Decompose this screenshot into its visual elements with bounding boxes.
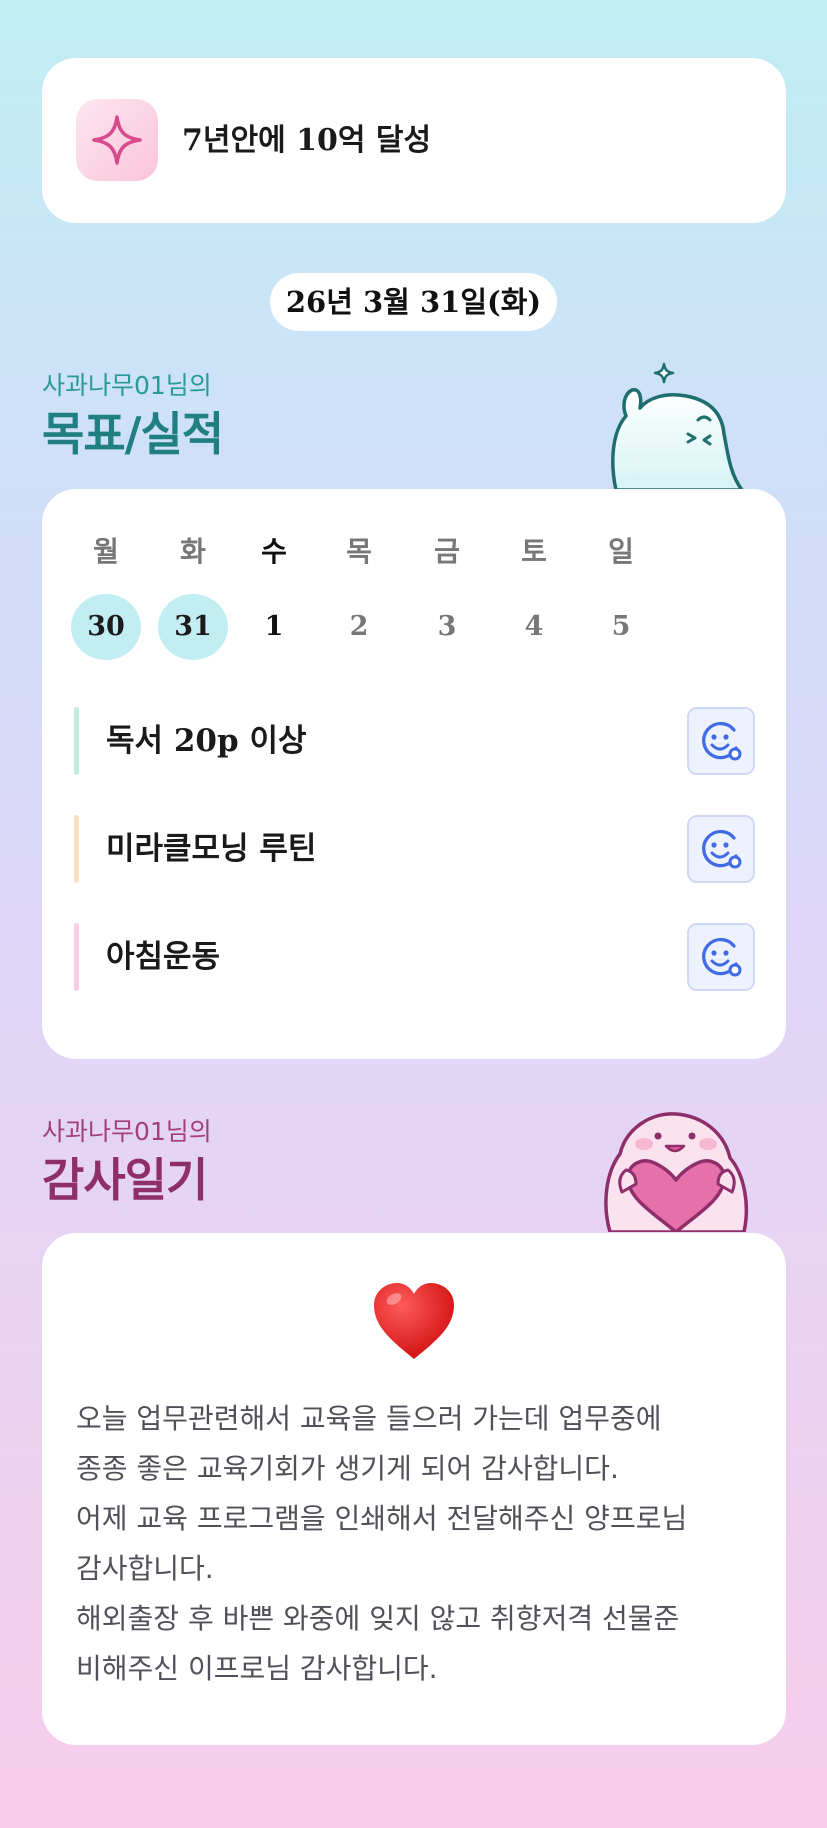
task-color-bar	[74, 707, 79, 775]
gratitude-line: 감사합니다.	[76, 1552, 214, 1585]
task-color-bar	[74, 923, 79, 991]
gratitude-line: 해외출장 후 바쁜 와중에 잊지 않고 취향저격 선물준	[76, 1602, 680, 1635]
gratitude-line: 종종 좋은 교육기회가 생기게 되어 감사합니다.	[76, 1452, 619, 1485]
mascot-illustration	[611, 362, 744, 490]
date-label: 26년 3월 31일(화)	[270, 273, 557, 331]
mascot-heart-illustration	[604, 1112, 749, 1232]
heart-icon	[374, 1283, 454, 1359]
weekday-label: 월	[93, 535, 119, 568]
weekday-label: 금	[434, 535, 460, 568]
task-item[interactable]: 독서 20p 이상	[42, 707, 786, 775]
gratitude-card: 오늘 업무관련해서 교육을 들으러 가는데 업무중에종종 좋은 교육기회가 생기…	[42, 1233, 786, 1745]
goal-section-subtitle: 사과나무01님의	[42, 371, 212, 400]
smile-add-icon[interactable]	[687, 815, 755, 883]
weekday-label: 목	[346, 535, 372, 568]
weekday-label: 일	[608, 535, 634, 568]
gratitude-line: 비해주신 이프로님 감사합니다.	[76, 1652, 438, 1685]
calendar-day[interactable]: 30	[71, 594, 141, 660]
task-label: 미라클모닝 루틴	[106, 831, 317, 867]
calendar-day[interactable]: 5	[586, 594, 656, 660]
goal-title: 7년안에 10억 달성	[182, 123, 432, 158]
weekday-label: 토	[521, 535, 547, 568]
gratitude-section-subtitle: 사과나무01님의	[42, 1117, 212, 1146]
task-label: 아침운동	[106, 939, 221, 975]
gratitude-line: 어제 교육 프로그램을 인쇄해서 전달해주신 양프로님	[76, 1502, 688, 1535]
dates-row: 30 31 1 2 3 4 5	[42, 594, 786, 664]
calendar-day[interactable]: 4	[499, 594, 569, 660]
calendar-day[interactable]: 31	[158, 594, 228, 660]
calendar-day[interactable]: 3	[412, 594, 482, 660]
goal-card[interactable]: 7년안에 10억 달성	[42, 58, 786, 223]
sparkle-icon	[76, 99, 158, 181]
weekday-row: 월화수목금토일	[42, 519, 786, 589]
weekday-label: 수	[261, 535, 287, 568]
smile-add-icon[interactable]	[687, 707, 755, 775]
smile-add-icon[interactable]	[687, 923, 755, 991]
task-color-bar	[74, 815, 79, 883]
task-item[interactable]: 아침운동	[42, 923, 786, 991]
goal-section-title: 목표/실적	[42, 407, 224, 461]
calendar-day[interactable]: 2	[324, 594, 394, 660]
task-item[interactable]: 미라클모닝 루틴	[42, 815, 786, 883]
gratitude-section-title: 감사일기	[42, 1153, 208, 1207]
gratitude-line: 오늘 업무관련해서 교육을 들으러 가는데 업무중에	[76, 1402, 662, 1435]
calendar-day[interactable]: 1	[239, 594, 309, 660]
weekday-label: 화	[180, 535, 206, 568]
goals-card: 월 화 수 목 금 토 일 30 31 1 2 3 4 5 독서 20p 이상 미라클모닝 루틴 아침운…	[42, 489, 786, 1059]
task-label: 독서 20p 이상	[106, 723, 307, 759]
